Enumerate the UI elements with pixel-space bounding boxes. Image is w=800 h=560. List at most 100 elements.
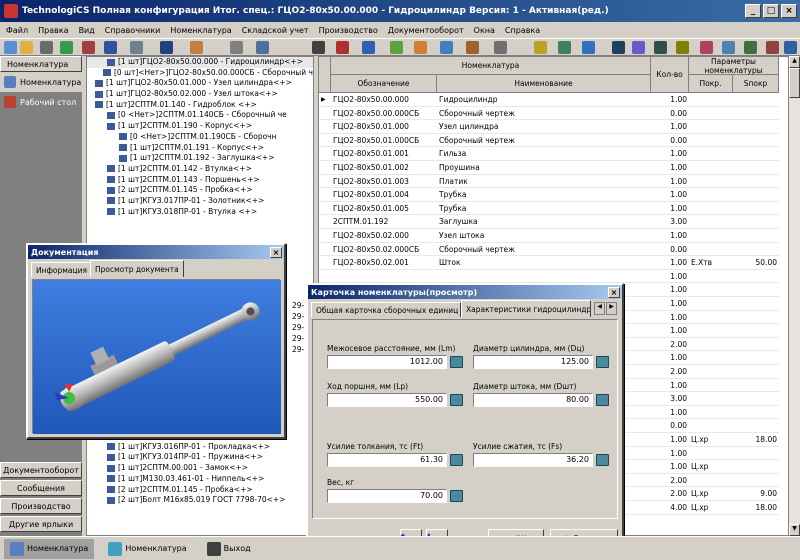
tab-cylinder-characteristics[interactable]: Характеристики гидроцилиндра [461, 300, 591, 317]
card-close-button[interactable]: × [608, 286, 620, 298]
grid-row[interactable]: ГЦО2-80х50.01.001 Гильза 1.00 [319, 147, 779, 161]
scroll-up-icon[interactable]: ▲ [789, 56, 800, 68]
tree-node[interactable]: [1 шт]М130.03.461-01 - Ниппель<+> [87, 474, 313, 485]
tab-information[interactable]: Информация [31, 262, 93, 277]
grid-row[interactable]: 1.00 [319, 270, 779, 284]
name-column-header[interactable]: Наименование [437, 75, 651, 93]
menu-production[interactable]: Производство [319, 26, 378, 35]
calc-icon[interactable] [558, 41, 571, 54]
print-icon[interactable] [40, 41, 53, 54]
tab-right-icon[interactable]: ▶ [606, 302, 617, 315]
close-button[interactable]: × [781, 4, 797, 18]
maximize-button[interactable]: □ [763, 4, 779, 18]
grid-row[interactable]: ГЦО2-80х50.02.000 Узел штока 1.00 [319, 229, 779, 243]
tab-document-view[interactable]: Просмотр документа [90, 260, 184, 277]
grid-row[interactable]: ГЦО2-80х50.00.000СБ Сборочный чертеж 0.00 [319, 107, 779, 121]
settings-icon[interactable] [494, 41, 507, 54]
pokr-column-header[interactable]: Покр. [689, 75, 733, 93]
tools-icon[interactable] [336, 41, 349, 54]
weight-edit-icon[interactable] [450, 490, 463, 502]
docflow-button[interactable]: Документооборот [0, 462, 82, 478]
grid-row[interactable]: ▶ ГЦО2-80х50.00.000 Гидроцилиндр 1.00 [319, 93, 779, 107]
grid-row[interactable]: ГЦО2-80х50.01.005 Трубка 1.00 [319, 202, 779, 216]
left-item-nomenclature[interactable]: Номенклатура [0, 72, 82, 92]
menu-file[interactable]: Файл [6, 26, 28, 35]
lp-edit-icon[interactable] [450, 394, 463, 406]
grid-row[interactable]: ГЦО2-80х50.02.000СБ Сборочный чертеж 0.00 [319, 243, 779, 257]
tree-node[interactable]: [2 шт]2СПТМ.01.145 - Пробка<+> [87, 485, 313, 496]
weight-field[interactable]: 70.00 [327, 489, 447, 503]
tree-node[interactable]: [1 шт]2СПТМ.01.190 - Корпус<+> [87, 121, 313, 132]
open-icon[interactable] [4, 41, 17, 54]
tree-node[interactable]: [1 шт]2СПТМ.01.140 - Гидроблок <+> [87, 100, 313, 111]
tree-node[interactable] [87, 228, 313, 239]
fs-edit-icon[interactable] [596, 454, 609, 466]
tree-node[interactable]: [1 шт]ГЦО2-80х50.01.000 - Узел цилиндра<… [87, 78, 313, 89]
users-icon[interactable] [722, 41, 735, 54]
ft-edit-icon[interactable] [450, 454, 463, 466]
qty-column-header[interactable]: Кол-во [651, 57, 689, 93]
menu-edit[interactable]: Правка [38, 26, 68, 35]
left-item-desktop[interactable]: Рабочий стол [0, 92, 82, 112]
help-icon[interactable] [784, 41, 797, 54]
code-column-header[interactable]: Обозначение [331, 75, 437, 93]
tree-node[interactable]: [0 шт]<Нет>]ГЦО2-80х50.00.000СБ - Сбороч… [87, 68, 313, 79]
taskbar-item-nomenclature-2[interactable]: Номенклатура [102, 539, 192, 559]
export-icon[interactable] [632, 41, 645, 54]
binoculars-icon[interactable] [312, 41, 325, 54]
messages-button[interactable]: Сообщения [0, 480, 82, 496]
dc-edit-icon[interactable] [596, 356, 609, 368]
tab-general-card[interactable]: Общая карточка сборочных единиц [311, 302, 461, 317]
tree-node[interactable]: [1 шт]2СПТМ.01.191 - Корпус<+> [87, 143, 313, 154]
list-icon[interactable] [744, 41, 757, 54]
left-panel-header[interactable]: Номенклатура [0, 56, 82, 72]
filter-icon[interactable] [190, 41, 203, 54]
refresh-icon[interactable] [60, 41, 73, 54]
spokr-column-header[interactable]: Sпокр [733, 75, 779, 93]
properties-icon[interactable] [104, 41, 117, 54]
dsh-field[interactable]: 80.00 [473, 393, 593, 407]
grid-vertical-scrollbar[interactable]: ▲ ▼ [788, 56, 800, 536]
tree-node[interactable]: [1 шт]2СПТМ.01.142 - Втулка<+> [87, 164, 313, 175]
documentation-close-button[interactable]: × [270, 246, 282, 258]
delete-icon[interactable] [82, 41, 95, 54]
grid-row[interactable]: ГЦО2-80х50.01.003 Платик 1.00 [319, 175, 779, 189]
ft-field[interactable]: 61.30 [327, 453, 447, 467]
tree-node[interactable]: [2 шт]2СПТМ.01.145 - Пробка<+> [87, 185, 313, 196]
menu-warehouse[interactable]: Складской учет [242, 26, 309, 35]
menu-nomenclature[interactable]: Номенклатура [170, 26, 231, 35]
dc-field[interactable]: 125.00 [473, 355, 593, 369]
doc-icon[interactable] [440, 41, 453, 54]
grid-row[interactable]: ГЦО2-80х50.02.001 Шток 1.00 Е.Хтв 50.00 [319, 256, 779, 270]
tree-node[interactable]: [2 шт]Болт М16х85.019 ГОСТ 7798-70<+> [87, 495, 313, 506]
menu-view[interactable]: Вид [79, 26, 95, 35]
scroll-thumb[interactable] [789, 68, 800, 98]
grid-row[interactable]: 2СПТМ.01.192 Заглушка 3.00 [319, 215, 779, 229]
tab-scroll[interactable]: ◀ ▶ [594, 302, 618, 315]
chart-icon[interactable] [414, 41, 427, 54]
menu-directories[interactable]: Справочники [105, 26, 161, 35]
add-icon[interactable] [700, 41, 713, 54]
grid-icon[interactable] [676, 41, 689, 54]
table-icon[interactable] [390, 41, 403, 54]
fs-field[interactable]: 36.20 [473, 453, 593, 467]
grid-row[interactable]: ГЦО2-80х50.01.002 Проушина 1.00 [319, 161, 779, 175]
grid-row[interactable]: ГЦО2-80х50.01.004 Трубка 1.00 [319, 188, 779, 202]
dsh-edit-icon[interactable] [596, 394, 609, 406]
minimize-button[interactable]: _ [745, 4, 761, 18]
tree-node[interactable]: [1 шт]КГУЗ.017ПР-01 - Золотник<+> [87, 196, 313, 207]
menu-docflow[interactable]: Документооборот [388, 26, 464, 35]
taskbar-item-nomenclature-1[interactable]: Номенклатура [4, 538, 95, 559]
tree-node[interactable] [87, 217, 313, 228]
tree-node[interactable]: [1 шт]2СПТМ.00.001 - Замок<+> [87, 463, 313, 474]
folder-icon[interactable] [20, 41, 33, 54]
tree-node[interactable]: [1 шт]КГУЗ.018ПР-01 - Втулка <+> [87, 207, 313, 218]
tree-node[interactable]: [1 шт]КГУЗ.016ПР-01 - Прокладка<+> [87, 442, 313, 453]
tree-node[interactable]: [0 <Нет>]2СПТМ.01.190СБ - Сборочн [87, 132, 313, 143]
sort-icon[interactable] [362, 41, 375, 54]
tree-node[interactable]: [1 шт]ГЦО2-80х50.00.000 - Гидроцилиндр<+… [87, 57, 313, 68]
play-icon[interactable] [160, 41, 173, 54]
tree-node[interactable]: [1 шт]2СПТМ.01.143 - Поршень<+> [87, 175, 313, 186]
tree-node[interactable]: [0 <Нет>]2СПТМ.01.140СБ - Сборочный че [87, 110, 313, 121]
link-icon[interactable] [466, 41, 479, 54]
